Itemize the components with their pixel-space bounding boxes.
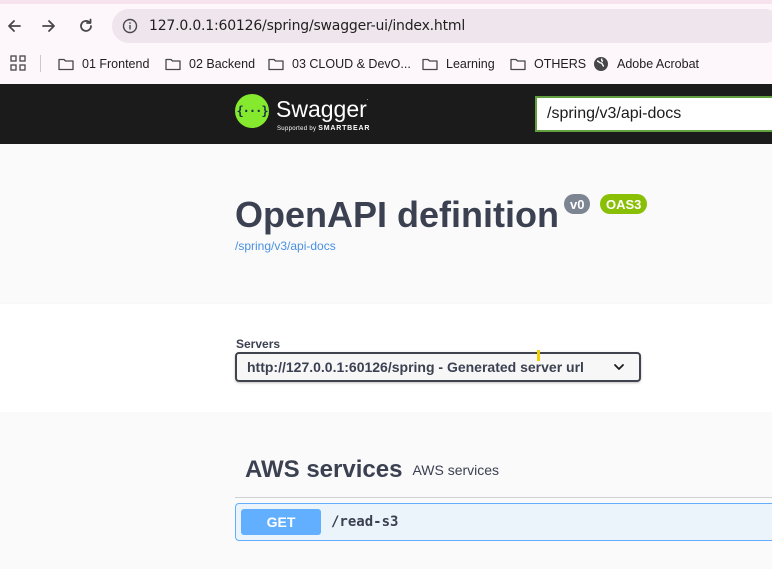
- servers-selected-value: http://127.0.0.1:60126/spring - Generate…: [247, 359, 584, 375]
- arrow-left-icon: [8, 20, 21, 32]
- servers-section: Servers http://127.0.0.1:60126/spring - …: [0, 304, 772, 412]
- spec-link[interactable]: /spring/v3/api-docs: [235, 239, 336, 253]
- bookmark-label: Learning: [446, 56, 495, 71]
- bookmark-label: 01 Frontend: [82, 56, 150, 71]
- operation-path: /read-s3: [331, 514, 399, 530]
- text-cursor: [537, 350, 540, 361]
- folder-icon: [268, 58, 284, 70]
- arrow-right-icon: [42, 20, 55, 32]
- address-bar[interactable]: 127.0.0.1:60126/spring/swagger-ui/index.…: [112, 9, 772, 43]
- tag-header-aws-services[interactable]: AWS services AWS services: [235, 442, 772, 498]
- chevron-down-icon: [614, 364, 624, 370]
- tag-name: AWS services: [245, 455, 403, 483]
- back-button[interactable]: [0, 12, 28, 40]
- swagger-brand[interactable]: Swagger.: [276, 96, 368, 123]
- bookmark-03-cloud[interactable]: 03 CLOUD & DevO...: [268, 54, 411, 73]
- operation-get-read-s3[interactable]: GET /read-s3: [235, 503, 772, 541]
- servers-label: Servers: [236, 337, 281, 351]
- site-info-icon[interactable]: [120, 16, 140, 36]
- folder-icon: [165, 58, 181, 70]
- bookmarks-divider: [40, 55, 41, 72]
- reload-button[interactable]: [72, 12, 100, 40]
- folder-icon: [422, 58, 438, 70]
- operations-section: AWS services AWS services GET /read-s3: [0, 412, 772, 569]
- method-badge: GET: [241, 509, 321, 535]
- folder-icon: [510, 58, 526, 70]
- bookmarks-bar: 01 Frontend 02 Backend 03 CLOUD & DevO..…: [0, 48, 772, 78]
- apps-grid-icon[interactable]: [10, 55, 26, 71]
- swagger-topbar: {···} Swagger. Supported by SMARTBEAR: [0, 84, 772, 144]
- swagger-logo-icon[interactable]: {···}: [235, 94, 269, 128]
- browser-toolbar: 127.0.0.1:60126/spring/swagger-ui/index.…: [0, 4, 772, 48]
- spec-url-input[interactable]: [535, 96, 772, 132]
- servers-select[interactable]: http://127.0.0.1:60126/spring - Generate…: [235, 352, 641, 382]
- tagline-brand: SMARTBEAR: [318, 125, 371, 132]
- globe-icon: [594, 56, 608, 71]
- swagger-logo-glyph: {···}: [236, 104, 268, 118]
- bookmark-01-frontend[interactable]: 01 Frontend: [58, 54, 149, 73]
- reload-icon: [80, 18, 92, 32]
- tagline-prefix: Supported by: [277, 126, 317, 132]
- version-badge: v0: [564, 194, 591, 214]
- bookmark-adobe-acrobat[interactable]: Adobe Acrobat: [593, 54, 699, 73]
- bookmark-label: Adobe Acrobat: [617, 56, 700, 71]
- bookmark-others[interactable]: OTHERS: [510, 54, 586, 73]
- bookmark-label: OTHERS: [534, 56, 587, 71]
- api-info: OpenAPI definition v0 OAS3 /spring/v3/ap…: [0, 144, 772, 304]
- forward-button[interactable]: [35, 12, 63, 40]
- bookmark-label: 03 CLOUD & DevO...: [292, 56, 411, 71]
- address-url[interactable]: 127.0.0.1:60126/spring/swagger-ui/index.…: [149, 18, 465, 34]
- bookmark-learning[interactable]: Learning: [422, 54, 495, 73]
- bookmark-label: 02 Backend: [189, 56, 256, 71]
- folder-icon: [58, 58, 74, 70]
- swagger-tagline: Supported by SMARTBEAR: [277, 125, 370, 132]
- bookmark-02-backend[interactable]: 02 Backend: [165, 54, 255, 73]
- page-title: OpenAPI definition: [235, 194, 559, 235]
- swagger-brand-text: Swagger: [276, 96, 367, 122]
- tag-description: AWS services: [412, 461, 500, 478]
- oas3-badge: OAS3: [600, 194, 648, 214]
